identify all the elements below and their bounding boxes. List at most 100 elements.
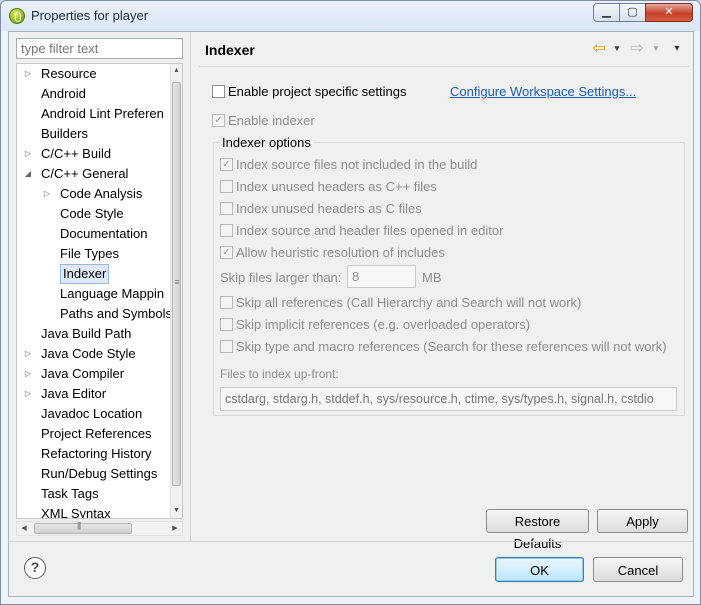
tree-item[interactable]: ▷ C/C++ Build (17, 144, 172, 164)
maximize-icon: ▢ (627, 6, 638, 18)
restore-defaults-button[interactable]: Restore Defaults (486, 509, 589, 551)
title-bar[interactable]: Properties for player ▁ ▢ ✕ (1, 1, 700, 31)
tree-item[interactable]: Java Build Path (17, 324, 172, 344)
expand-arrow-icon[interactable]: ▷ (23, 384, 33, 404)
expand-arrow-icon[interactable]: ▷ (23, 64, 33, 84)
tree-item[interactable]: Code Style (17, 204, 172, 224)
tree-item[interactable]: File Types (17, 244, 172, 264)
skip-files-label: Skip files larger than: (220, 270, 342, 285)
close-icon: ✕ (664, 6, 674, 18)
tree-horizontal-scrollbar[interactable]: ◀ ▶ (16, 521, 183, 536)
tree-item[interactable]: Builders (17, 124, 172, 144)
property-tree: ▷ Resource Android Android Lint Preferen Bui… (16, 63, 183, 519)
panel-divider[interactable] (190, 32, 191, 542)
tree-item-label: Code Style (60, 206, 124, 221)
cancel-button[interactable]: Cancel (593, 557, 683, 582)
title-separator (199, 66, 689, 67)
expand-arrow-icon[interactable]: ▷ (42, 184, 52, 204)
option-label[interactable]: Skip type and macro references (Search f… (236, 339, 667, 355)
option-checkbox[interactable] (220, 340, 233, 353)
tree-vertical-scrollbar[interactable]: ▲ ▼ (170, 64, 182, 518)
option-checkbox[interactable] (220, 202, 233, 215)
enable-project-specific-label[interactable]: Enable project specific settings (228, 84, 406, 100)
scroll-down-icon[interactable]: ▼ (171, 504, 182, 518)
scroll-left-icon[interactable]: ◀ (17, 522, 31, 535)
tree-item-label: Language Mappin (60, 286, 165, 301)
tree-item[interactable]: ▷ Code Analysis (17, 184, 172, 204)
help-icon[interactable]: ? (24, 557, 46, 579)
enable-indexer-checkbox[interactable]: ✓ (212, 114, 225, 127)
tree-item[interactable]: ▷ Java Compiler (17, 364, 172, 384)
apply-button[interactable]: Apply (597, 509, 688, 533)
filter-input[interactable] (16, 38, 183, 59)
tree-item[interactable]: Documentation (17, 224, 172, 244)
expand-arrow-icon[interactable]: ▷ (23, 144, 33, 164)
tree-item-label: C/C++ Build (41, 146, 112, 161)
configure-workspace-settings-link[interactable]: Configure Workspace Settings... (450, 84, 636, 99)
expand-arrow-icon[interactable]: ▷ (23, 344, 33, 364)
horizontal-scroll-thumb[interactable] (34, 521, 132, 534)
tree-item[interactable]: Run/Debug Settings (17, 464, 172, 484)
tree-item[interactable]: ▷ Java Editor (17, 384, 172, 404)
tree-item-label: Task Tags (41, 486, 99, 501)
tree-item[interactable]: Refactoring History (17, 444, 172, 464)
option-checkbox[interactable] (220, 180, 233, 193)
indexer-options-title: Indexer options (220, 135, 313, 150)
ok-button[interactable]: OK (495, 557, 584, 582)
eclipse-app-icon (9, 8, 25, 24)
option-label[interactable]: Index source files not included in the b… (236, 157, 477, 173)
page-title: Indexer (205, 42, 255, 58)
expand-arrow-icon (42, 224, 52, 244)
tree-item[interactable]: Android Lint Preferen (17, 104, 172, 124)
option-label[interactable]: Index unused headers as C++ files (236, 179, 437, 195)
option-label[interactable]: Skip all references (Call Hierarchy and … (236, 295, 581, 311)
expand-arrow-icon[interactable]: ▷ (23, 364, 33, 384)
tree-item[interactable]: ▷ Resource (17, 64, 172, 84)
tree-item-label: Indexer (60, 264, 110, 284)
view-menu-icon[interactable]: ▾ (670, 40, 684, 58)
skip-files-size-input[interactable] (347, 265, 416, 288)
option-checkbox[interactable] (220, 224, 233, 237)
expand-arrow-icon (23, 424, 33, 444)
tree-item[interactable]: Indexer (17, 264, 172, 284)
minimize-button[interactable]: ▁ (593, 3, 620, 22)
option-label[interactable]: Index source and header files opened in … (236, 223, 503, 239)
scroll-right-icon[interactable]: ▶ (168, 522, 182, 535)
scroll-up-icon[interactable]: ▲ (171, 64, 182, 78)
expand-arrow-icon (23, 464, 33, 484)
tree-item[interactable]: Task Tags (17, 484, 172, 504)
forward-arrow-icon[interactable]: ⇨ (627, 40, 647, 58)
tree-item[interactable]: Language Mappin (17, 284, 172, 304)
back-history-dropdown-icon[interactable]: ▼ (611, 40, 623, 58)
tree-item[interactable]: ◢ C/C++ General (17, 164, 172, 184)
back-arrow-icon[interactable]: ⇦ (589, 40, 609, 58)
tree-item-label: Run/Debug Settings (41, 466, 158, 481)
enable-indexer-label[interactable]: Enable indexer (228, 113, 315, 129)
tree-item[interactable]: Project References (17, 424, 172, 444)
option-checkbox[interactable] (220, 296, 233, 309)
tree-item[interactable]: ▷ Java Code Style (17, 344, 172, 364)
option-checkbox[interactable]: ✓ (220, 246, 233, 259)
tree-item[interactable]: Paths and Symbols (17, 304, 172, 324)
tree-item-label: Android (41, 86, 86, 101)
tree-item[interactable]: Android (17, 84, 172, 104)
option-checkbox[interactable]: ✓ (220, 158, 233, 171)
forward-history-dropdown-icon[interactable]: ▼ (650, 40, 662, 58)
maximize-button[interactable]: ▢ (619, 3, 646, 22)
tree-item-label: Java Compiler (41, 366, 125, 381)
option-label[interactable]: Index unused headers as C files (236, 201, 422, 217)
enable-project-specific-checkbox[interactable] (212, 85, 225, 98)
tree-item-label: Java Code Style (41, 346, 136, 361)
option-label[interactable]: Allow heuristic resolution of includes (236, 245, 445, 261)
tree-item[interactable]: Javadoc Location (17, 404, 172, 424)
tree-item-label: Android Lint Preferen (41, 106, 164, 121)
scroll-thumb[interactable] (172, 82, 181, 486)
tree-item-label: XML Syntax (41, 506, 111, 519)
collapse-arrow-icon[interactable]: ◢ (23, 164, 33, 184)
dialog-content: ▷ Resource Android Android Lint Preferen Bui… (8, 31, 694, 597)
option-label[interactable]: Skip implicit references (e.g. overloade… (236, 317, 530, 333)
files-upfront-input[interactable]: cstdarg, stdarg.h, stddef.h, sys/resourc… (220, 387, 677, 411)
close-button[interactable]: ✕ (645, 3, 693, 22)
tree-item[interactable]: XML Syntax (17, 504, 172, 519)
option-checkbox[interactable] (220, 318, 233, 331)
